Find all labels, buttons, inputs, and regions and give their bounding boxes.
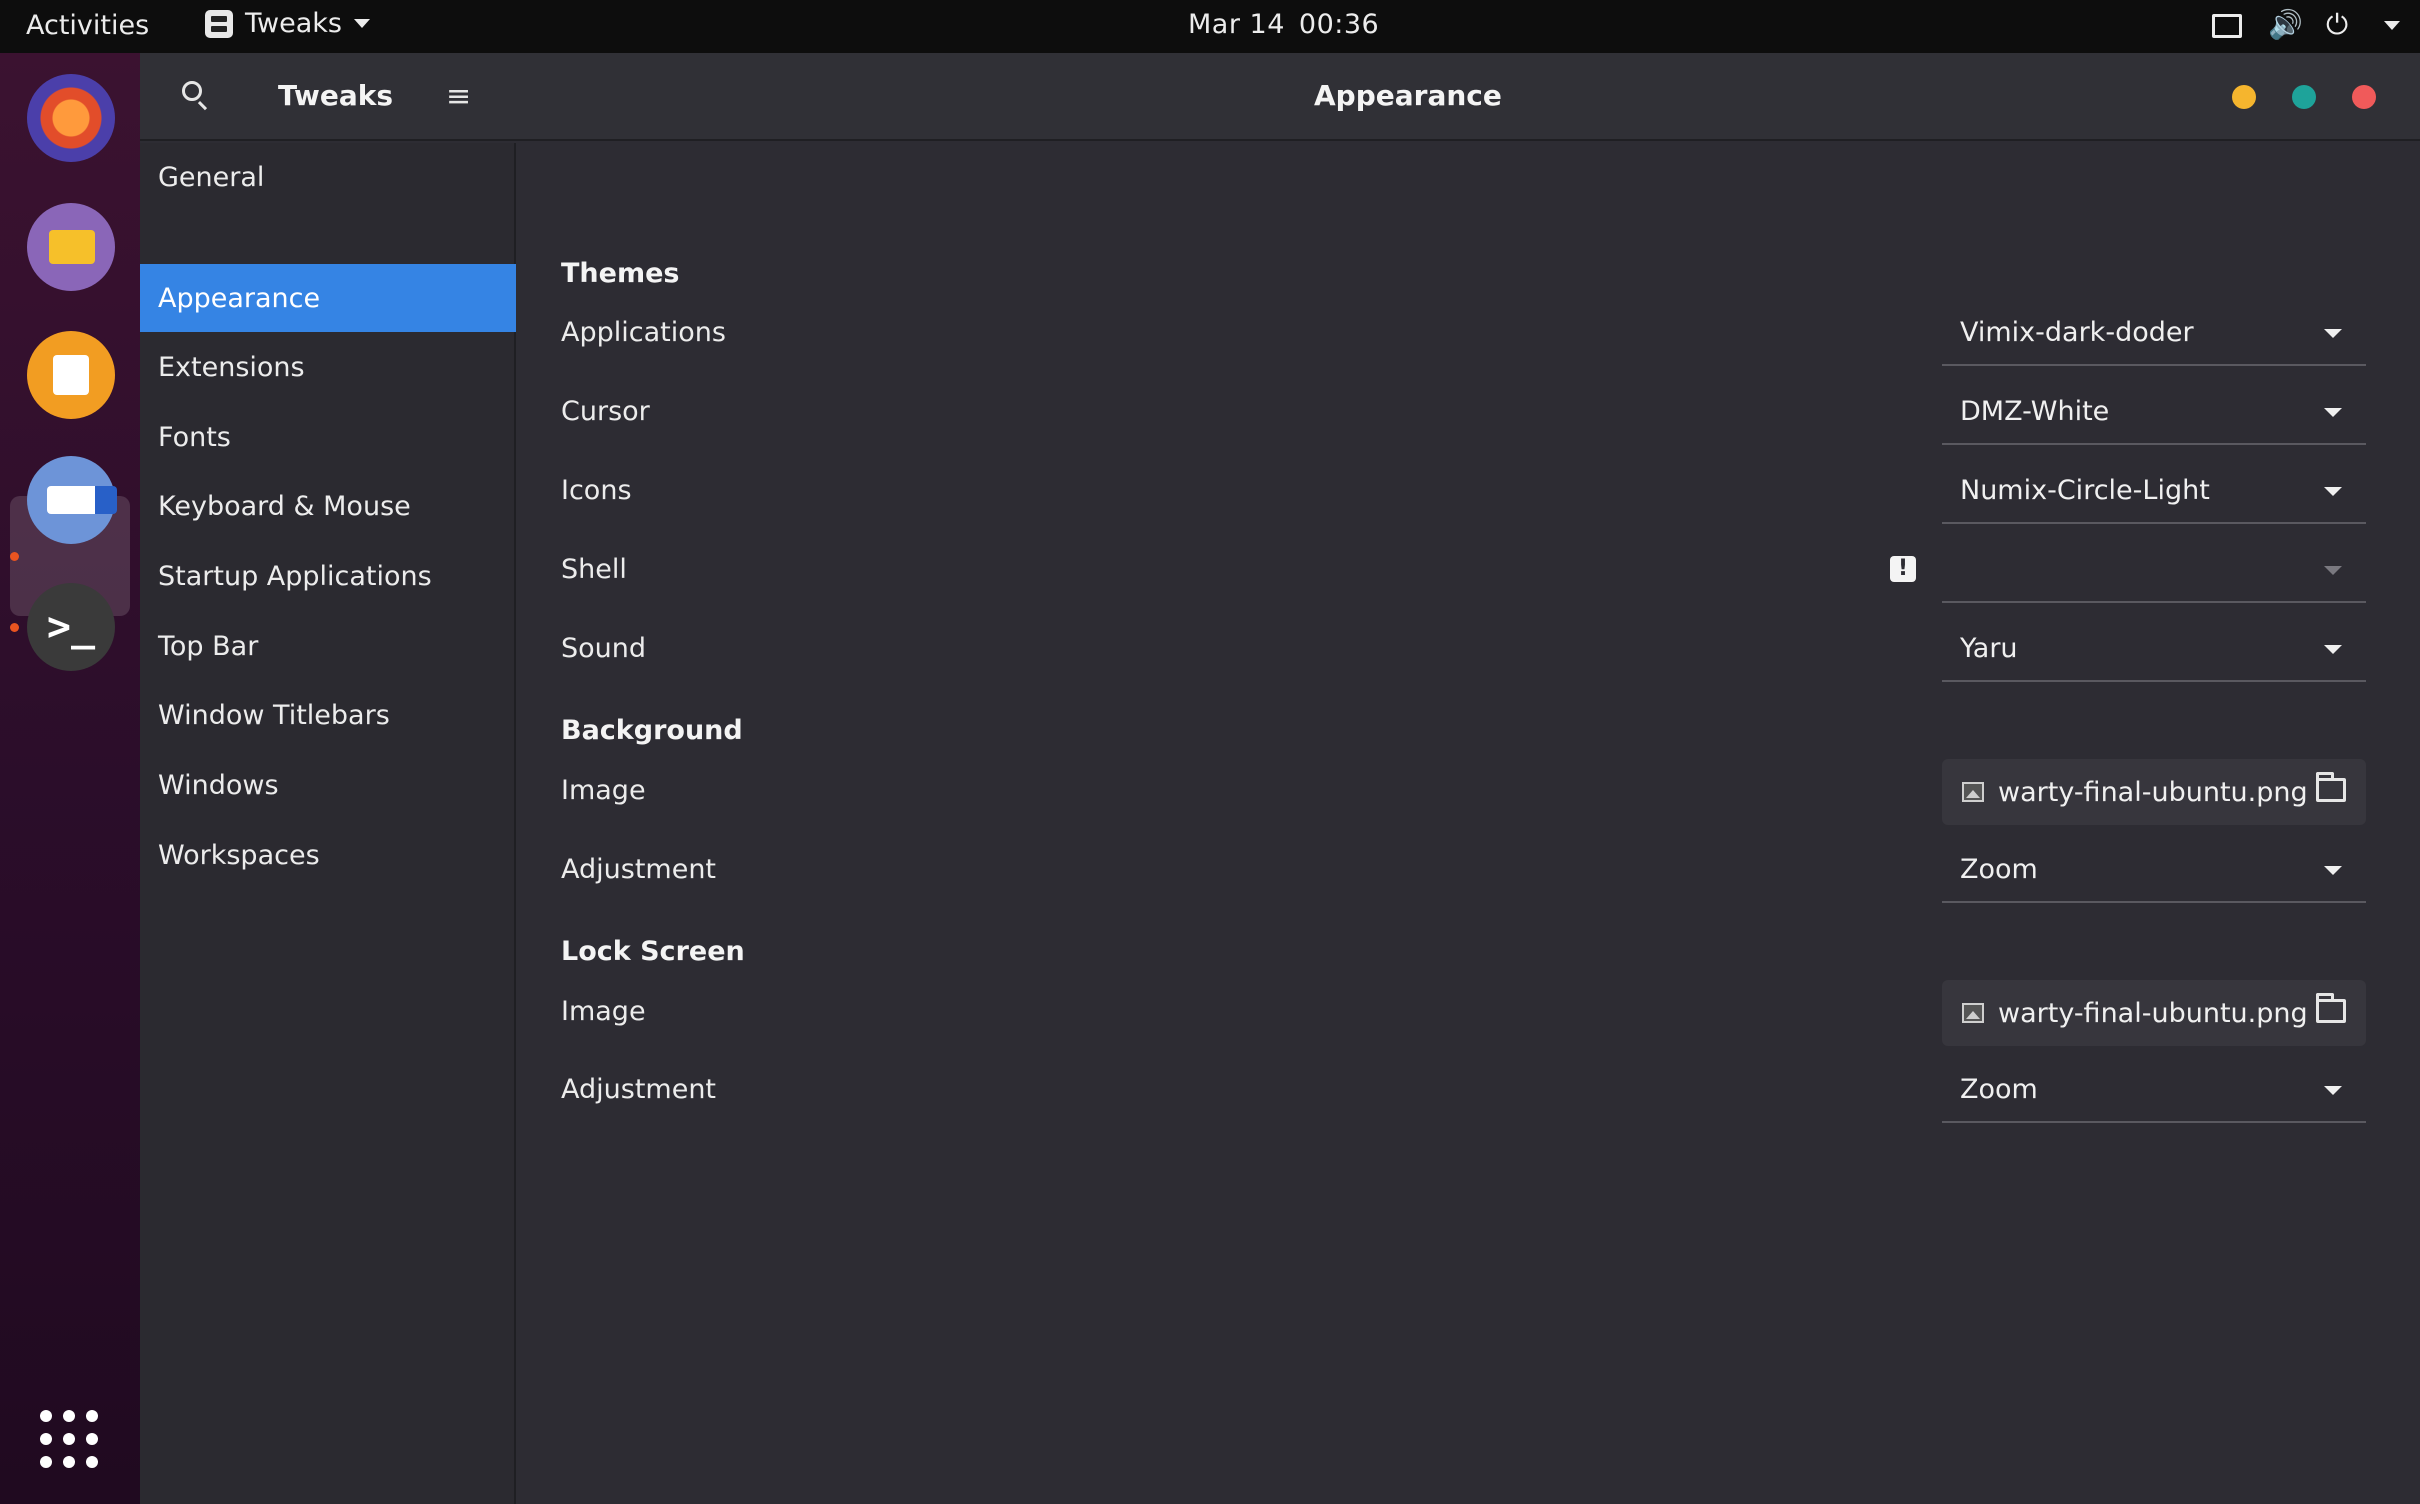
icons-theme-value: Numix-Circle-Light: [1960, 474, 2210, 506]
top-bar: Activities Tweaks Mar 14 00:36 🔊 ⏻: [0, 0, 2420, 53]
cursor-theme-value: DMZ-White: [1960, 395, 2110, 427]
running-indicator: [10, 552, 19, 561]
show-applications-icon[interactable]: [40, 1410, 100, 1470]
maximize-button[interactable]: [2292, 85, 2316, 109]
system-tray[interactable]: 🔊 ⏻: [2210, 10, 2400, 40]
terminal-icon[interactable]: >_: [27, 583, 115, 671]
close-button[interactable]: [2352, 85, 2376, 109]
dock: >_: [0, 53, 140, 1504]
section-title-background: Background: [561, 715, 743, 746]
system-menu-chevron-icon[interactable]: [2384, 20, 2400, 30]
clock-date: Mar 14: [1188, 9, 1285, 40]
screen-icon[interactable]: [2210, 10, 2242, 40]
background-adjustment-value: Zoom: [1960, 853, 2038, 885]
section-title-themes: Themes: [561, 258, 680, 289]
hamburger-menu-icon[interactable]: ≡: [446, 79, 482, 115]
sound-theme-dropdown[interactable]: Yaru: [1942, 616, 2366, 682]
background-image-chooser[interactable]: warty-final-ubuntu.png: [1942, 759, 2366, 825]
header-bar: Tweaks ≡ Appearance: [140, 53, 2420, 141]
app-menu[interactable]: Tweaks: [205, 8, 370, 39]
applications-label: Applications: [561, 317, 726, 348]
appearance-panel: Themes Applications Vimix-dark-doder Cur…: [518, 143, 2420, 1504]
lock-screen-image-filename: warty-final-ubuntu.png: [1998, 997, 2308, 1029]
sound-theme-value: Yaru: [1960, 632, 2018, 664]
background-image-label: Image: [561, 775, 646, 806]
section-title-lock-screen: Lock Screen: [561, 936, 745, 967]
dropdown-arrow-icon: [2324, 645, 2342, 654]
activities-button[interactable]: Activities: [26, 10, 149, 41]
lock-screen-image-chooser[interactable]: warty-final-ubuntu.png: [1942, 980, 2366, 1046]
folder-open-icon: [2316, 993, 2346, 1023]
dropdown-arrow-icon: [2324, 1086, 2342, 1095]
sidebar-item-extensions[interactable]: Extensions: [140, 333, 516, 401]
background-adjustment-dropdown[interactable]: Zoom: [1942, 837, 2366, 903]
background-adjustment-label: Adjustment: [561, 854, 717, 885]
dropdown-arrow-icon: [2324, 487, 2342, 496]
tweaks-window: Tweaks ≡ Appearance General Appearance E…: [140, 53, 2420, 1504]
image-file-icon: [1962, 1003, 1984, 1023]
applications-theme-value: Vimix-dark-doder: [1960, 316, 2194, 348]
files-icon[interactable]: [27, 203, 115, 291]
dropdown-arrow-icon: [2324, 566, 2342, 575]
image-file-icon: [1962, 782, 1984, 802]
background-image-filename: warty-final-ubuntu.png: [1998, 776, 2308, 808]
power-icon[interactable]: ⏻: [2326, 10, 2356, 40]
sidebar-item-fonts[interactable]: Fonts: [140, 403, 516, 471]
lock-screen-image-label: Image: [561, 996, 646, 1027]
sidebar-item-startup-applications[interactable]: Startup Applications: [140, 542, 516, 610]
volume-icon[interactable]: 🔊: [2268, 10, 2303, 40]
sidebar: General Appearance Extensions Fonts Keyb…: [140, 143, 516, 1504]
firefox-icon[interactable]: [27, 74, 115, 162]
sidebar-item-workspaces[interactable]: Workspaces: [140, 821, 516, 889]
sidebar-item-general[interactable]: General: [140, 143, 516, 211]
chevron-down-icon: [353, 19, 370, 28]
lock-screen-adjustment-label: Adjustment: [561, 1074, 717, 1105]
sound-label: Sound: [561, 633, 647, 664]
cursor-theme-dropdown[interactable]: DMZ-White: [1942, 379, 2366, 445]
icons-label: Icons: [561, 475, 632, 506]
minimize-button[interactable]: [2232, 85, 2256, 109]
page-title: Appearance: [1314, 79, 1502, 112]
dropdown-arrow-icon: [2324, 866, 2342, 875]
app-title: Tweaks: [278, 79, 394, 112]
shell-label: Shell: [561, 554, 627, 585]
clock-time: 00:36: [1298, 9, 1380, 40]
sidebar-item-keyboard-mouse[interactable]: Keyboard & Mouse: [140, 472, 516, 540]
folder-open-icon: [2316, 772, 2346, 802]
warning-icon: !: [1890, 556, 1916, 582]
applications-theme-dropdown[interactable]: Vimix-dark-doder: [1942, 300, 2366, 366]
software-center-icon[interactable]: [27, 331, 115, 419]
lock-screen-adjustment-value: Zoom: [1960, 1073, 2038, 1105]
dropdown-arrow-icon: [2324, 408, 2342, 417]
lock-screen-adjustment-dropdown[interactable]: Zoom: [1942, 1057, 2366, 1123]
clock[interactable]: Mar 14 00:36: [1188, 9, 1379, 40]
sidebar-item-top-bar[interactable]: Top Bar: [140, 612, 516, 680]
sidebar-item-appearance[interactable]: Appearance: [140, 264, 516, 332]
icons-theme-dropdown[interactable]: Numix-Circle-Light: [1942, 458, 2366, 524]
cursor-label: Cursor: [561, 396, 650, 427]
shell-theme-dropdown[interactable]: [1942, 537, 2366, 603]
tweaks-icon[interactable]: [27, 456, 117, 544]
app-menu-label: Tweaks: [245, 8, 342, 39]
sidebar-item-window-titlebars[interactable]: Window Titlebars: [140, 681, 516, 749]
sidebar-item-windows[interactable]: Windows: [140, 751, 516, 819]
running-indicator: [10, 623, 19, 632]
tweaks-app-icon: [205, 9, 233, 38]
dropdown-arrow-icon: [2324, 329, 2342, 338]
search-icon[interactable]: [180, 79, 216, 115]
